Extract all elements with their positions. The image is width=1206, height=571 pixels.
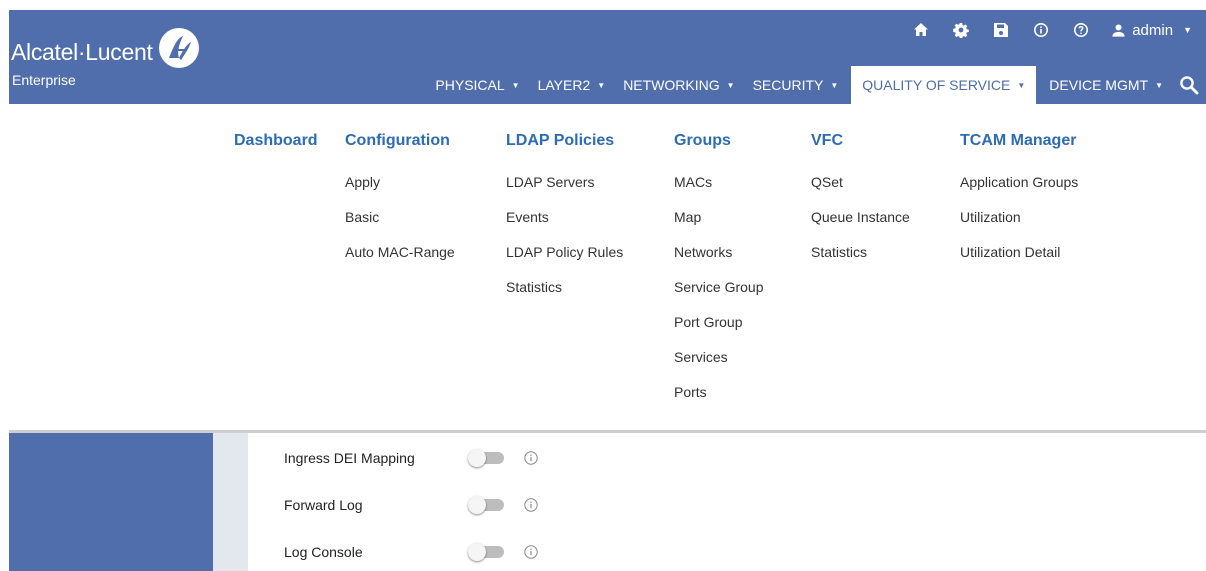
sidebar [9, 433, 213, 571]
chevron-down-icon: ▼ [1155, 80, 1163, 90]
nav-layer2[interactable]: LAYER2 ▼ [529, 66, 615, 104]
chevron-down-icon: ▼ [726, 80, 735, 90]
main-nav: PHYSICAL ▼ LAYER2 ▼ NETWORKING ▼ SECURITY ▼ … [426, 66, 1206, 104]
info-icon[interactable] [524, 545, 538, 559]
nav-label: QUALITY OF SERVICE [862, 77, 1011, 93]
brand-logo[interactable]: Alcatel·Lucent Enterprise [11, 28, 199, 88]
nav-label: NETWORKING [623, 77, 720, 93]
nav-security[interactable]: SECURITY ▼ [744, 66, 848, 104]
ingress-dei-mapping-toggle[interactable] [468, 449, 504, 467]
brand-emblem-icon [158, 28, 199, 68]
brand-name: Alcatel·Lucent [11, 38, 153, 65]
save-icon[interactable] [991, 20, 1011, 40]
menu-item-map[interactable]: Map [674, 206, 763, 228]
setting-label: Ingress DEI Mapping [284, 450, 415, 466]
nav-networking[interactable]: NETWORKING ▼ [614, 66, 743, 104]
help-icon[interactable] [1071, 20, 1091, 40]
menu-heading-tcam-manager[interactable]: TCAM Manager [960, 132, 1078, 154]
content-gutter [213, 433, 248, 571]
menu-item-service-group[interactable]: Service Group [674, 276, 763, 298]
top-toolbar: admin ▼ [891, 10, 1192, 50]
menu-item-macs[interactable]: MACs [674, 171, 763, 193]
setting-row-log-console: Log Console [284, 540, 538, 564]
menu-heading-configuration[interactable]: Configuration [345, 132, 455, 154]
menu-column-ldap-policies: LDAP Policies LDAP Servers Events LDAP P… [506, 132, 623, 298]
menu-item-networks[interactable]: Networks [674, 241, 763, 263]
setting-row-ingress-dei-mapping: Ingress DEI Mapping [284, 446, 538, 470]
menu-column-groups: Groups MACs Map Networks Service Group P… [674, 132, 763, 403]
menu-item-ports[interactable]: Ports [674, 381, 763, 403]
menu-item-utilization-detail[interactable]: Utilization Detail [960, 241, 1078, 263]
brand-subtitle: Enterprise [12, 72, 76, 88]
menu-item-qset[interactable]: QSet [811, 171, 910, 193]
menu-heading-groups[interactable]: Groups [674, 132, 763, 154]
gear-icon[interactable] [951, 20, 971, 40]
info-icon[interactable] [1031, 20, 1051, 40]
menu-item-port-group[interactable]: Port Group [674, 311, 763, 333]
menu-item-ldap-servers[interactable]: LDAP Servers [506, 171, 623, 193]
nav-label: PHYSICAL [435, 77, 505, 93]
nav-physical[interactable]: PHYSICAL ▼ [426, 66, 528, 104]
menu-item-basic[interactable]: Basic [345, 206, 455, 228]
chevron-down-icon: ▼ [1017, 80, 1026, 90]
menu-heading-dashboard[interactable]: Dashboard [234, 132, 318, 154]
search-icon[interactable] [1172, 66, 1206, 104]
menu-item-apply[interactable]: Apply [345, 171, 455, 193]
user-menu[interactable]: admin ▼ [1111, 22, 1192, 39]
menu-column-tcam-manager: TCAM Manager Application Groups Utilizat… [960, 132, 1078, 263]
forward-log-toggle[interactable] [468, 496, 504, 514]
user-icon [1112, 24, 1125, 37]
user-name: admin [1132, 21, 1174, 39]
menu-item-application-groups[interactable]: Application Groups [960, 171, 1078, 193]
nav-label: SECURITY [752, 77, 824, 93]
menu-column-configuration: Configuration Apply Basic Auto MAC-Range [345, 132, 455, 263]
nav-label: DEVICE MGMT [1049, 77, 1149, 93]
app-header: Alcatel·Lucent Enterprise admin ▼ PHYSIC… [9, 10, 1206, 104]
menu-item-utilization[interactable]: Utilization [960, 206, 1078, 228]
setting-label: Log Console [284, 544, 363, 560]
menu-column-vfc: VFC QSet Queue Instance Statistics [811, 132, 910, 263]
menu-item-events[interactable]: Events [506, 206, 623, 228]
menu-item-vfc-statistics[interactable]: Statistics [811, 241, 910, 263]
menu-column-dashboard: Dashboard [234, 132, 318, 154]
menu-heading-vfc[interactable]: VFC [811, 132, 910, 154]
info-icon[interactable] [524, 498, 538, 512]
chevron-down-icon: ▼ [830, 80, 839, 90]
setting-row-forward-log: Forward Log [284, 493, 538, 517]
nav-device-mgmt[interactable]: DEVICE MGMT ▼ [1040, 66, 1172, 104]
menu-item-ldap-statistics[interactable]: Statistics [506, 276, 623, 298]
settings-panel: Ingress DEI Mapping Forward Log Log Cons… [248, 433, 1206, 571]
chevron-down-icon: ▼ [511, 80, 520, 90]
menu-heading-ldap-policies[interactable]: LDAP Policies [506, 132, 623, 154]
menu-item-ldap-policy-rules[interactable]: LDAP Policy Rules [506, 241, 623, 263]
home-icon[interactable] [911, 20, 931, 40]
nav-quality-of-service[interactable]: QUALITY OF SERVICE ▼ [851, 66, 1037, 104]
menu-item-services[interactable]: Services [674, 346, 763, 368]
chevron-down-icon: ▼ [597, 80, 606, 90]
menu-item-auto-mac-range[interactable]: Auto MAC-Range [345, 241, 455, 263]
info-icon[interactable] [524, 451, 538, 465]
menu-item-queue-instance[interactable]: Queue Instance [811, 206, 910, 228]
setting-label: Forward Log [284, 497, 363, 513]
nav-label: LAYER2 [537, 77, 591, 93]
qos-mega-menu: Dashboard Configuration Apply Basic Auto… [9, 104, 1206, 430]
chevron-down-icon: ▼ [1183, 25, 1192, 35]
log-console-toggle[interactable] [468, 543, 504, 561]
